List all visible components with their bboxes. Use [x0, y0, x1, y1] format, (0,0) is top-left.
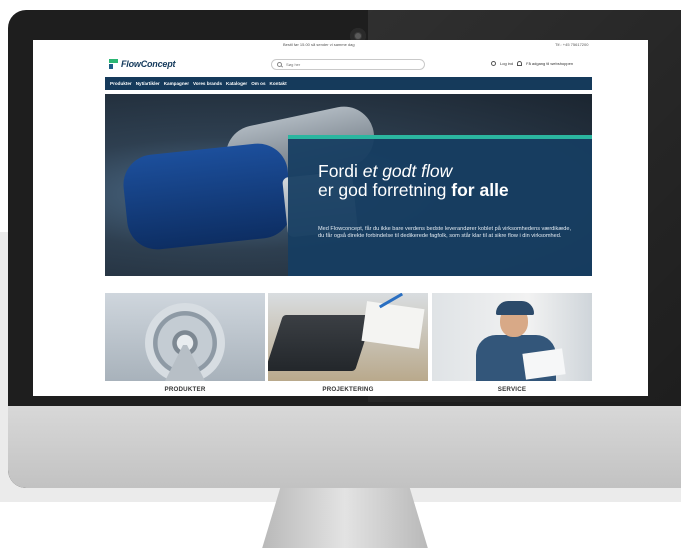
nav-item-nyt-artikler[interactable]: Nyt/artikler: [136, 81, 160, 86]
hero-title-part1: Fordi: [318, 161, 363, 181]
logo-text: FlowConcept: [121, 59, 176, 69]
site-header: FlowConcept Log ind Få adgang til websho…: [33, 56, 648, 76]
card-image-service[interactable]: [432, 293, 592, 381]
monitor-stand: [262, 488, 428, 548]
delivery-notice: Bestil før 15.00 så sender vi samme dag: [283, 42, 355, 47]
monitor-chin: [8, 406, 681, 488]
card-label[interactable]: PRODUKTER: [105, 386, 265, 393]
nav-item-kontakt[interactable]: Kontakt: [270, 81, 287, 86]
phone-number[interactable]: Tlf.: +45 75617200: [555, 42, 588, 47]
card-image-produkter[interactable]: [105, 293, 265, 381]
hero-title-bold: for alle: [451, 180, 509, 200]
hero-coupling-image: [120, 140, 295, 253]
search-input[interactable]: [286, 62, 406, 67]
account-links: Log ind Få adgang til webshoppen: [491, 61, 573, 66]
clipboard-icon: [522, 348, 566, 380]
paper-icon: [361, 301, 425, 349]
nav-item-om-os[interactable]: Om os: [251, 81, 265, 86]
card-label[interactable]: SERVICE: [432, 386, 592, 393]
hero-title-emphasis: et godt flow: [362, 161, 453, 181]
main-navigation: Produkter Nyt/artikler Kampagner Vores b…: [105, 77, 592, 90]
hero-description: Med Flowconcept, får du ikke bare verden…: [318, 226, 572, 239]
hero-title-part2: er god forretning: [318, 180, 452, 200]
nav-item-produkter[interactable]: Produkter: [110, 81, 132, 86]
card-service[interactable]: SERVICE: [432, 293, 592, 396]
hero-banner: Fordi et godt flow er god forretning for…: [105, 94, 592, 276]
login-link[interactable]: Log ind: [500, 61, 513, 66]
logo-mark-icon: [109, 59, 118, 69]
nav-item-vores-brands[interactable]: Vores brands: [193, 81, 222, 86]
card-projektering[interactable]: PROJEKTERING: [268, 293, 428, 396]
website-screen: Bestil før 15.00 så sender vi samme dag …: [33, 40, 648, 396]
technician-icon: [462, 299, 572, 381]
card-image-projektering[interactable]: [268, 293, 428, 381]
hero-title: Fordi et godt flow er god forretning for…: [318, 162, 578, 200]
search-icon[interactable]: [277, 62, 282, 67]
user-icon[interactable]: [491, 61, 496, 66]
laptop-icon: [268, 315, 374, 371]
webshop-access-link[interactable]: Få adgang til webshoppen: [526, 61, 573, 66]
hero-text-panel: [288, 139, 592, 276]
nav-item-kampagner[interactable]: Kampagner: [164, 81, 189, 86]
user-plus-icon[interactable]: [517, 61, 523, 66]
search-bar[interactable]: [271, 59, 425, 70]
nav-item-kataloger[interactable]: Kataloger: [226, 81, 247, 86]
card-produkter[interactable]: PRODUKTER: [105, 293, 265, 396]
technician-cap: [496, 301, 534, 315]
card-label[interactable]: PROJEKTERING: [268, 386, 428, 393]
category-cards: PRODUKTER PROJEKTERING SERVICE: [105, 293, 592, 396]
top-info-bar: Bestil før 15.00 så sender vi samme dag …: [33, 40, 648, 49]
flowconcept-logo[interactable]: FlowConcept: [109, 59, 175, 69]
